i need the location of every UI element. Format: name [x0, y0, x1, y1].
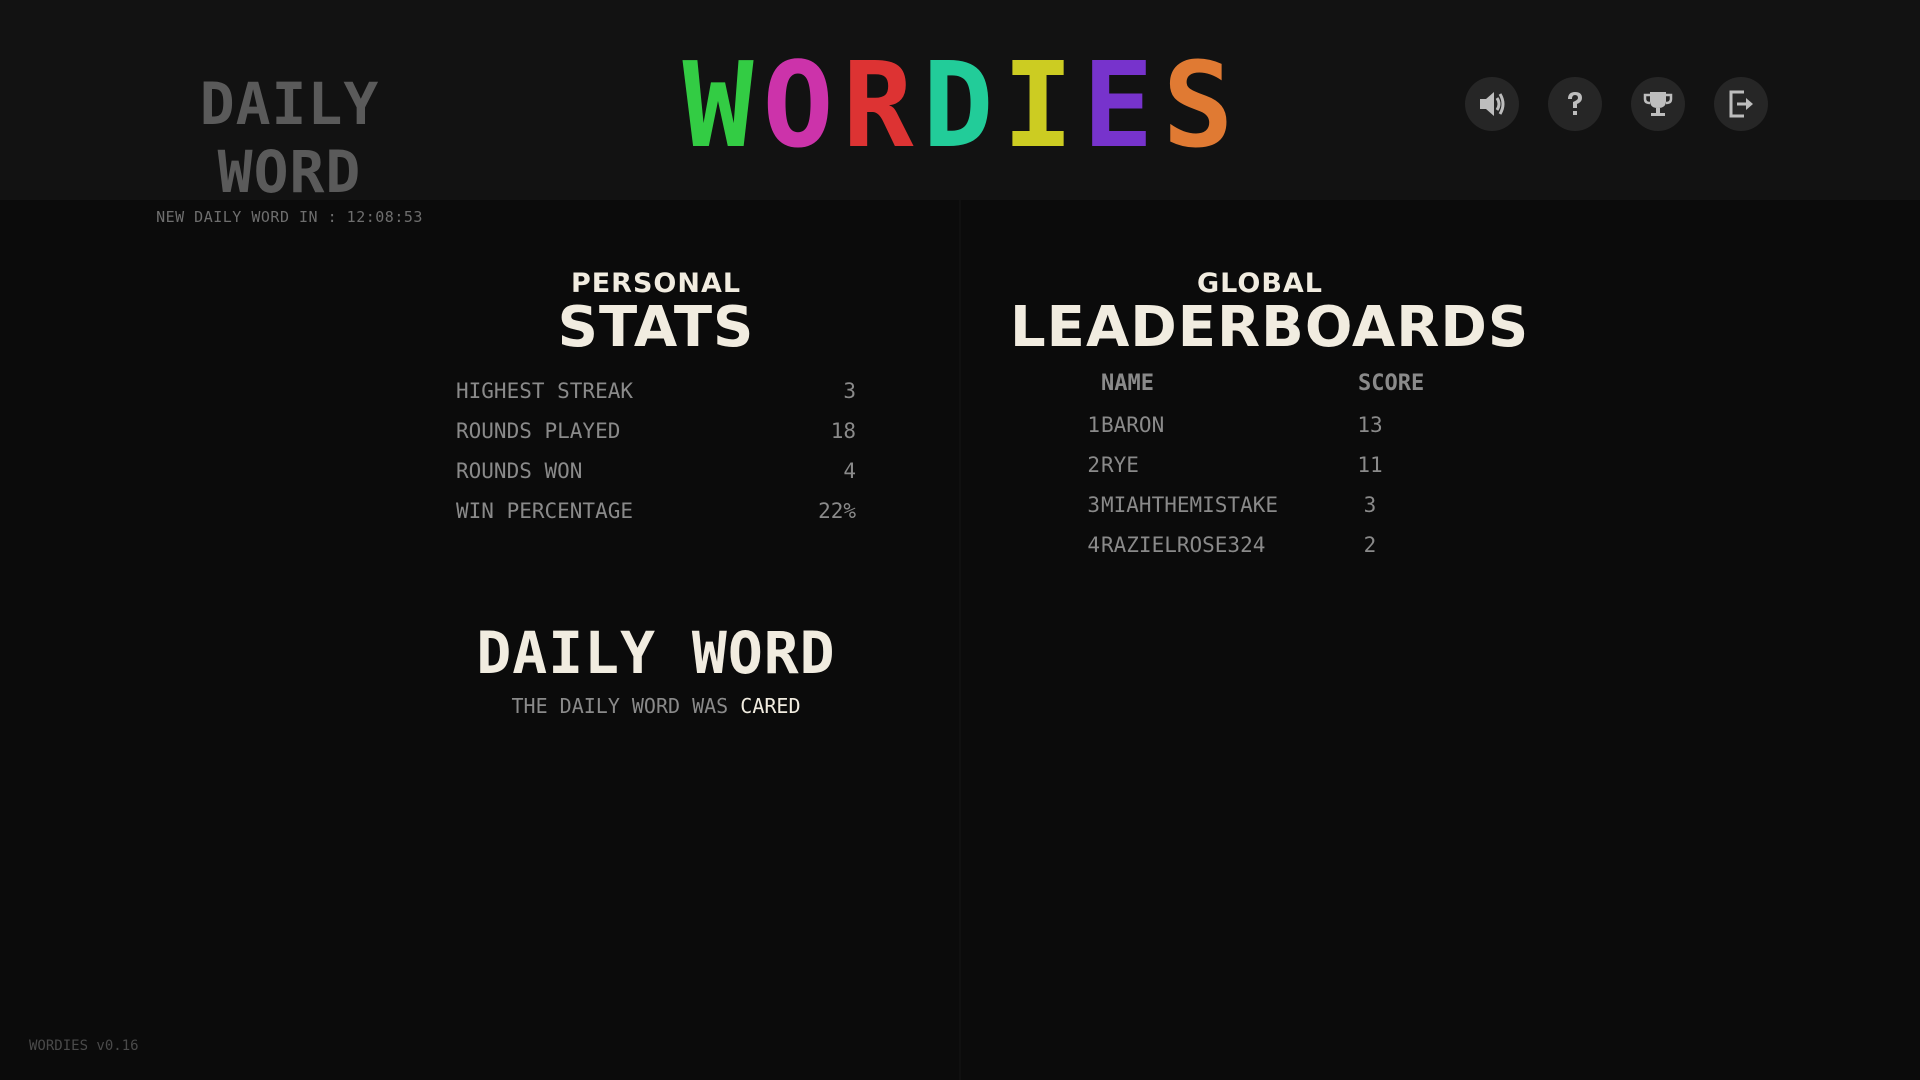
leaderboard-rank: 3	[1087, 493, 1100, 517]
column-header-score: SCORE	[1358, 371, 1425, 396]
stat-row-rounds-won: ROUNDS WON 4	[456, 451, 856, 491]
stats-list: HIGHEST STREAK 3 ROUNDS PLAYED 18 ROUNDS…	[456, 371, 856, 531]
stat-row-win-percentage: WIN PERCENTAGE 22%	[456, 491, 856, 531]
stat-label: ROUNDS PLAYED	[456, 419, 621, 443]
exit-icon	[1729, 90, 1753, 118]
logo-letter: E	[1082, 36, 1154, 174]
stat-row-rounds-played: ROUNDS PLAYED 18	[456, 411, 856, 451]
leaderboard-title: LEADERBOARDS	[1010, 295, 1530, 360]
logo-letter: I	[1002, 36, 1074, 174]
speaker-icon	[1480, 92, 1505, 116]
help-button[interactable]	[1548, 77, 1602, 131]
stat-label: WIN PERCENTAGE	[456, 499, 634, 523]
leaderboard-player-name: BARON	[1101, 413, 1165, 437]
leaderboard-score: 2	[1363, 533, 1377, 557]
stat-value: 3	[843, 379, 856, 403]
leaderboard-row: 4 RAZIELROSE324 2	[1010, 525, 1510, 565]
leaderboard-score: 11	[1357, 453, 1383, 477]
personal-stats-panel: PERSONAL STATS HIGHEST STREAK 3 ROUNDS P…	[456, 268, 856, 531]
leaderboard-button[interactable]	[1631, 77, 1685, 131]
logo-letter: S	[1162, 36, 1234, 174]
exit-button[interactable]	[1714, 77, 1768, 131]
global-leaderboard-panel: GLOBAL LEADERBOARDS NAME SCORE 1 BARON 1…	[1010, 268, 1530, 565]
stat-value: 22%	[818, 499, 856, 523]
leaderboard-header-row: NAME SCORE	[1010, 371, 1510, 405]
version-label: WORDIES v0.16	[29, 1038, 139, 1054]
logo-letter: R	[842, 36, 914, 174]
stat-row-highest-streak: HIGHEST STREAK 3	[456, 371, 856, 411]
leaderboard-rank: 2	[1087, 453, 1100, 477]
leaderboard-rank: 1	[1087, 413, 1100, 437]
leaderboard-row: 1 BARON 13	[1010, 405, 1510, 445]
daily-word-message: THE DAILY WORD WAS CARED	[456, 694, 856, 718]
column-header-name: NAME	[1101, 371, 1154, 396]
leaderboard-rank: 4	[1087, 533, 1100, 557]
sound-button[interactable]	[1465, 77, 1519, 131]
daily-word-message-text: THE DAILY WORD WAS	[511, 694, 729, 718]
game-mode-block: DAILY WORD NEW DAILY WORD IN : 12:08:53	[112, 70, 467, 226]
game-mode-title: DAILY WORD	[199, 70, 380, 206]
next-word-timer: NEW DAILY WORD IN : 12:08:53	[156, 208, 423, 226]
header-icon-bar	[1465, 77, 1768, 131]
logo-letter: O	[762, 36, 834, 174]
wordies-logo: W O R D I E S	[678, 36, 1238, 174]
leaderboard-row: 2 RYE 11	[1010, 445, 1510, 485]
logo-letter: D	[922, 36, 994, 174]
leaderboard-row: 3 MIAHTHEMISTAKE 3	[1010, 485, 1510, 525]
stats-title: STATS	[557, 295, 755, 360]
leaderboard-player-name: RAZIELROSE324	[1101, 533, 1266, 557]
help-icon	[1568, 92, 1582, 115]
daily-word-title: DAILY WORD	[476, 619, 836, 687]
trophy-icon	[1643, 92, 1673, 116]
stat-label: HIGHEST STREAK	[456, 379, 634, 403]
leaderboard-score: 13	[1357, 413, 1383, 437]
daily-word-answer: CARED	[740, 694, 801, 718]
column-divider	[959, 200, 961, 1080]
leaderboard-table: NAME SCORE 1 BARON 13 2 RYE 11 3 MIAHTHE…	[1010, 371, 1510, 565]
leaderboard-player-name: MIAHTHEMISTAKE	[1101, 493, 1279, 517]
top-bar: DAILY WORD NEW DAILY WORD IN : 12:08:53 …	[0, 0, 1920, 226]
stat-label: ROUNDS WON	[456, 459, 583, 483]
leaderboard-player-name: RYE	[1101, 453, 1139, 477]
leaderboard-score: 3	[1363, 493, 1377, 517]
stat-value: 4	[843, 459, 856, 483]
logo-letter: W	[682, 36, 754, 174]
stat-value: 18	[830, 419, 856, 443]
daily-word-panel: DAILY WORD THE DAILY WORD WAS CARED	[456, 622, 856, 718]
